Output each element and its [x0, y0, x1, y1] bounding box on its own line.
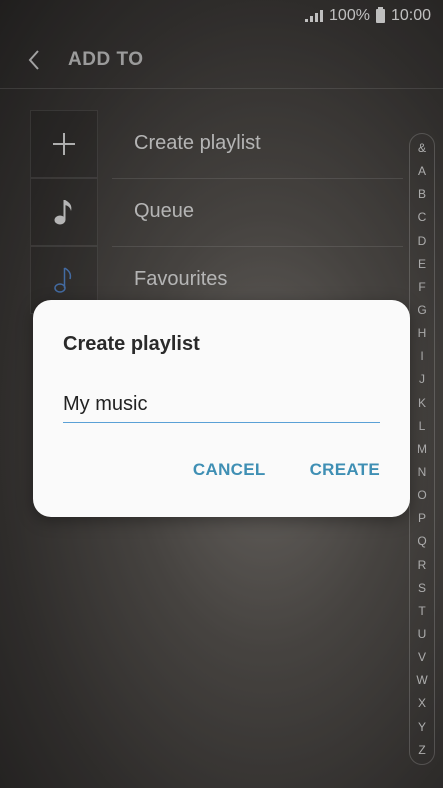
dialog-title: Create playlist	[63, 333, 200, 355]
create-playlist-dialog: Create playlist CANCEL CREATE	[33, 300, 410, 517]
cancel-button[interactable]: CANCEL	[193, 460, 266, 480]
dialog-actions: CANCEL CREATE	[193, 460, 380, 480]
create-button[interactable]: CREATE	[310, 460, 380, 480]
playlist-name-input[interactable]	[63, 386, 380, 423]
